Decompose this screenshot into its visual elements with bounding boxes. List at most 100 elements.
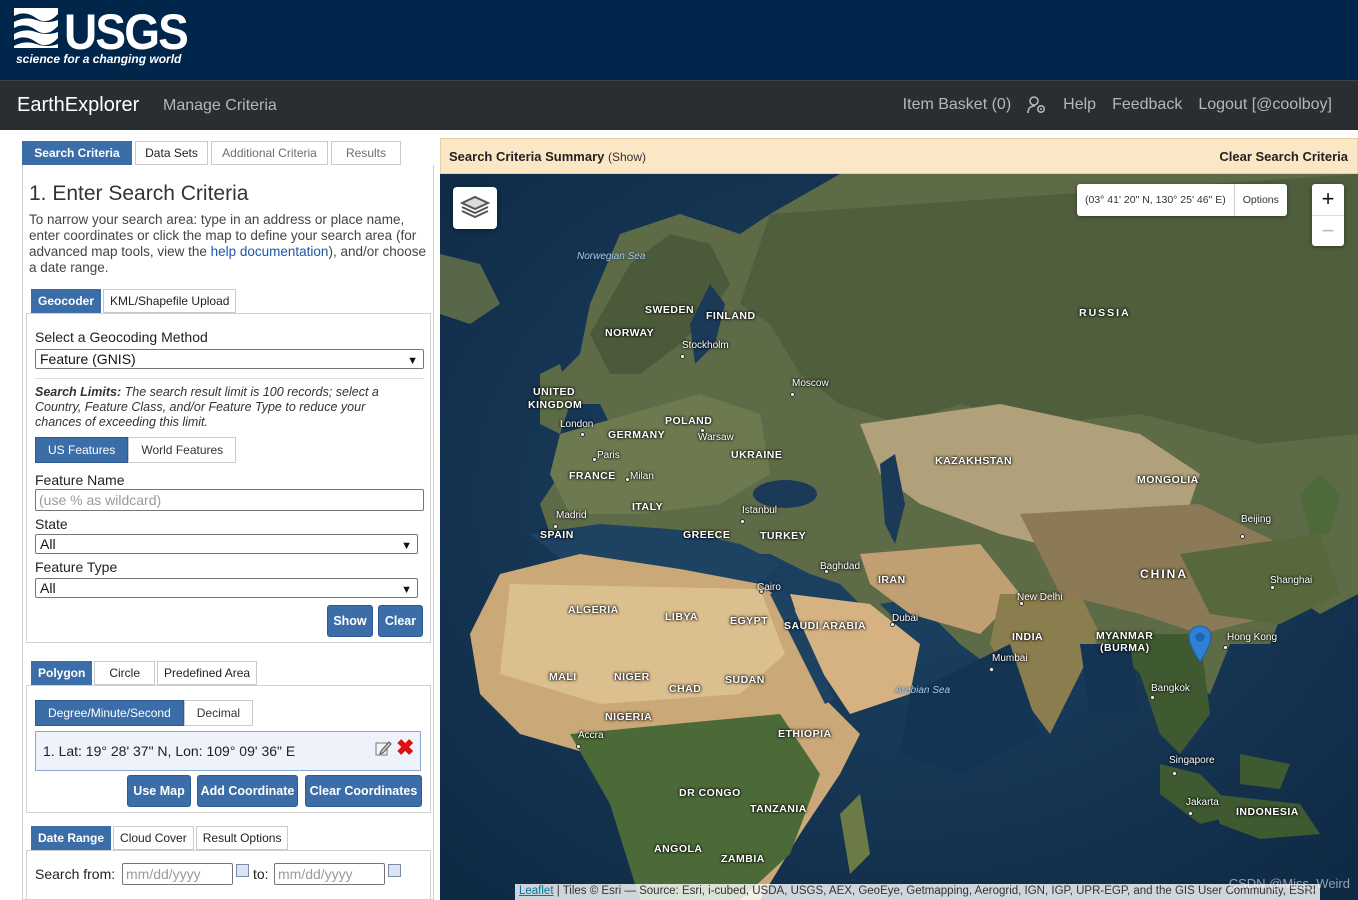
- coordinate-text: 1. Lat: 19° 28' 37" N, Lon: 109° 09' 36"…: [43, 743, 296, 759]
- date-tabs: Date Range Cloud Cover Result Options: [31, 826, 289, 850]
- map-label-city: Paris: [597, 450, 620, 461]
- clear-search-criteria-link[interactable]: Clear Search Criteria: [1219, 149, 1348, 164]
- tab-polygon[interactable]: Polygon: [31, 661, 93, 685]
- city-dot: [1188, 811, 1193, 816]
- tab-date-range[interactable]: Date Range: [31, 826, 112, 850]
- map-label-city: Singapore: [1169, 755, 1215, 766]
- map-label-country: CHINA: [1140, 567, 1188, 581]
- map-label-country: GREECE: [683, 529, 731, 541]
- tab-results[interactable]: Results: [331, 141, 401, 165]
- help-link[interactable]: Help: [1063, 96, 1096, 114]
- map-label-city: Accra: [578, 730, 604, 741]
- summary-show-link[interactable]: (Show): [608, 150, 646, 164]
- geocoding-method-select[interactable]: Feature (GNIS) ▼: [35, 349, 424, 369]
- city-dot: [680, 354, 685, 359]
- tab-additional-criteria[interactable]: Additional Criteria: [211, 141, 328, 165]
- tab-search-criteria[interactable]: Search Criteria: [22, 141, 132, 165]
- map-label-city: Istanbul: [742, 505, 778, 516]
- clear-button[interactable]: Clear: [378, 605, 423, 637]
- tab-data-sets[interactable]: Data Sets: [135, 141, 208, 165]
- map-label-country: UNITED: [533, 386, 576, 398]
- feature-type-select[interactable]: All ▼: [35, 578, 418, 598]
- feature-name-input[interactable]: (use % as wildcard): [35, 489, 424, 511]
- usgs-wave-icon: [14, 8, 58, 48]
- usgs-wordmark: USGS: [64, 4, 189, 60]
- map-label-sea: Norwegian Sea: [577, 251, 646, 262]
- divider: [35, 378, 424, 379]
- map-label-city: Milan: [630, 471, 654, 482]
- leaflet-link[interactable]: Leaflet: [519, 885, 554, 897]
- map-label-country: KAZAKHSTAN: [935, 455, 1013, 467]
- intro-text: To narrow your search area: type in an a…: [29, 212, 427, 275]
- edit-icon[interactable]: [374, 739, 392, 757]
- map-label-country: RUSSIA: [1079, 307, 1131, 319]
- feedback-link[interactable]: Feedback: [1112, 96, 1182, 114]
- map-label-country: TANZANIA: [750, 803, 807, 815]
- zoom-out-button[interactable]: −: [1312, 215, 1344, 246]
- tab-circle[interactable]: Circle: [94, 661, 156, 685]
- help-documentation-link[interactable]: help documentation: [211, 244, 329, 259]
- user-settings-icon[interactable]: [1027, 95, 1047, 115]
- map-label-country: GERMANY: [608, 429, 666, 441]
- tab-kml-upload[interactable]: KML/Shapefile Upload: [103, 289, 237, 313]
- zoom-in-button[interactable]: +: [1312, 184, 1344, 215]
- delete-icon[interactable]: ✖: [396, 737, 414, 759]
- map-label-country: DR CONGO: [679, 787, 741, 799]
- map-label-city: London: [560, 419, 594, 430]
- feature-type-label: Feature Type: [35, 559, 118, 575]
- search-criteria-panel: 1. Enter Search Criteria To narrow your …: [22, 165, 434, 900]
- calendar-icon[interactable]: [388, 864, 401, 877]
- brand-title[interactable]: EarthExplorer: [17, 94, 139, 117]
- world-features-button[interactable]: World Features: [128, 437, 237, 463]
- map-label-city: Dubai: [892, 613, 919, 624]
- map-coordinates-control: (03° 41' 20" N, 130° 25' 46" E) Options: [1077, 184, 1287, 216]
- search-from-label: Search from:: [35, 866, 116, 882]
- date-to-input[interactable]: mm/dd/yyyy: [274, 863, 385, 885]
- layers-button[interactable]: [453, 187, 497, 229]
- decimal-button[interactable]: Decimal: [183, 700, 254, 726]
- use-map-button[interactable]: Use Map: [127, 775, 191, 807]
- map-label-country: SWEDEN: [645, 304, 695, 316]
- map-attribution: Leaflet | Tiles © Esri — Source: Esri, i…: [515, 884, 1320, 900]
- show-button[interactable]: Show: [327, 605, 373, 637]
- map-label-city: Jakarta: [1186, 797, 1219, 808]
- map-label-city: Madrid: [556, 510, 587, 521]
- map-view[interactable]: (03° 41' 20" N, 130° 25' 46" E) Options …: [440, 174, 1358, 900]
- map-label-country: MONGOLIA: [1137, 474, 1199, 486]
- add-coordinate-button[interactable]: Add Coordinate: [197, 775, 298, 807]
- dms-button[interactable]: Degree/Minute/Second: [35, 700, 184, 726]
- calendar-icon[interactable]: [236, 864, 249, 877]
- coordinate-format-toggle: Degree/Minute/Second Decimal: [35, 700, 254, 726]
- map-label-country: CHAD: [669, 683, 702, 695]
- city-dot: [790, 392, 795, 397]
- logout-link[interactable]: Logout [@coolboy]: [1198, 96, 1332, 114]
- manage-criteria-link[interactable]: Manage Criteria: [163, 97, 277, 115]
- clear-coordinates-button[interactable]: Clear Coordinates: [305, 775, 422, 807]
- chevron-down-icon: ▼: [407, 355, 418, 367]
- tab-result-options[interactable]: Result Options: [195, 826, 289, 850]
- date-from-input[interactable]: mm/dd/yyyy: [122, 863, 233, 885]
- nav-right: Item Basket (0) Help Feedback Logout [@c…: [903, 95, 1332, 115]
- coordinate-row[interactable]: 1. Lat: 19° 28' 37" N, Lon: 109° 09' 36"…: [35, 731, 421, 771]
- map-label-country: (BURMA): [1100, 642, 1150, 654]
- map-label-country: SUDAN: [725, 674, 765, 686]
- map-label-country: ITALY: [632, 501, 664, 513]
- us-features-button[interactable]: US Features: [35, 437, 129, 463]
- city-dot: [553, 524, 558, 529]
- map-options-button[interactable]: Options: [1235, 194, 1287, 206]
- search-limits-note: Search Limits: The search result limit i…: [35, 385, 379, 429]
- location-marker-icon[interactable]: [1188, 625, 1212, 663]
- tab-predefined-area[interactable]: Predefined Area: [157, 661, 258, 685]
- layers-icon: [459, 195, 491, 219]
- map-label-country: SPAIN: [540, 529, 574, 541]
- map-label-country: NIGERIA: [605, 711, 653, 723]
- state-select[interactable]: All ▼: [35, 534, 418, 554]
- city-dot: [576, 744, 581, 749]
- item-basket-link[interactable]: Item Basket (0): [903, 96, 1011, 114]
- tab-cloud-cover[interactable]: Cloud Cover: [113, 826, 194, 850]
- tab-geocoder[interactable]: Geocoder: [31, 289, 102, 313]
- top-navbar: EarthExplorer Manage Criteria Item Baske…: [0, 80, 1358, 130]
- usgs-logo[interactable]: USGS science for a changing world: [14, 6, 189, 70]
- map-label-country: ALGERIA: [568, 604, 619, 616]
- map-label-country: INDONESIA: [1236, 806, 1299, 818]
